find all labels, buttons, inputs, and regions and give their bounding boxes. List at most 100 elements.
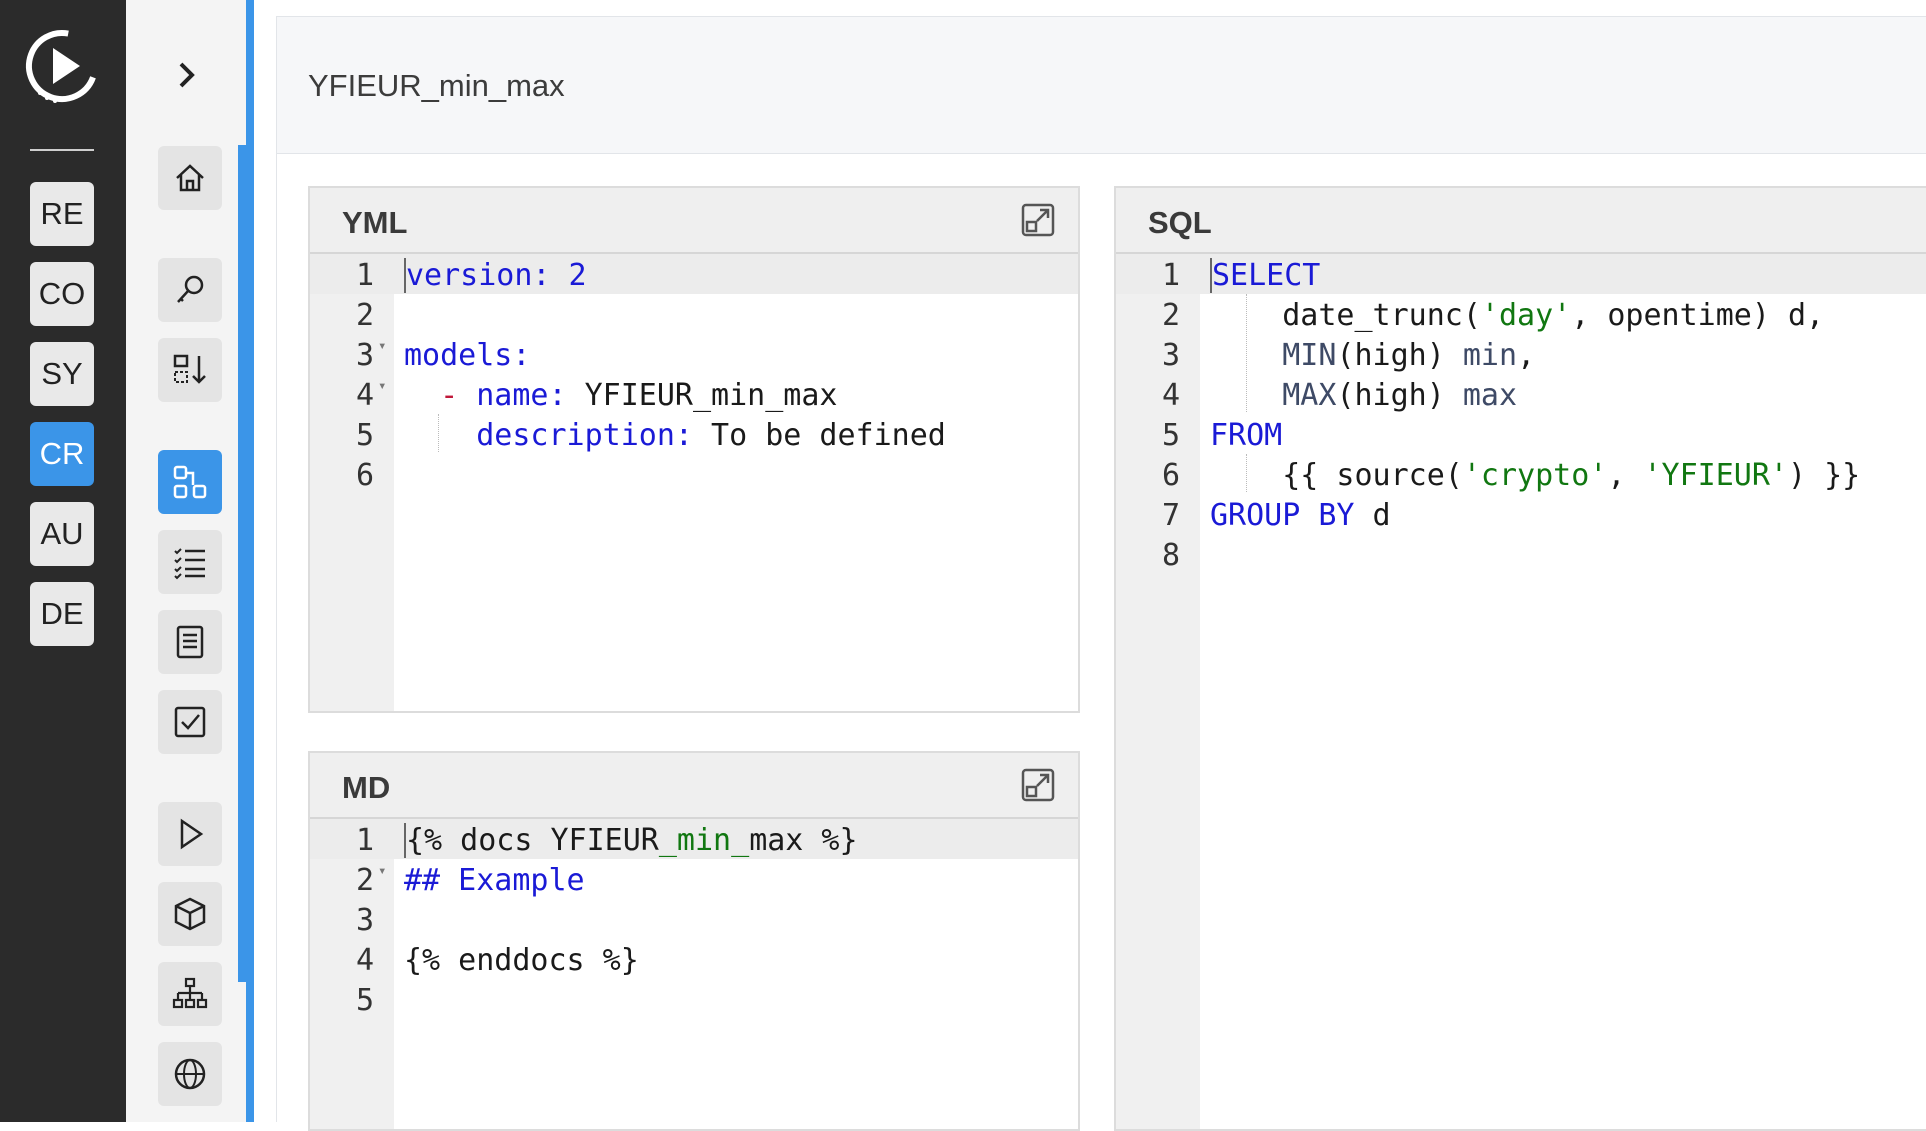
yaml-key: description: xyxy=(476,418,693,453)
md-panel-title: MD xyxy=(342,770,391,805)
project-sy-button[interactable]: SY xyxy=(30,342,94,406)
chevron-right-icon[interactable] xyxy=(176,58,198,92)
model-graph-icon xyxy=(173,465,207,499)
hierarchy-button[interactable] xyxy=(158,962,222,1026)
expand-icon[interactable] xyxy=(1020,767,1056,803)
code-line: 6 xyxy=(310,454,1078,494)
line-number: 3 xyxy=(1161,338,1180,373)
sql-text: date_trunc( xyxy=(1282,298,1481,333)
yaml-dash: - xyxy=(440,378,477,413)
code-line: 2 ▾ ## Example xyxy=(310,859,1078,899)
sql-keyword: GROUP BY xyxy=(1210,498,1355,533)
sql-string: 'crypto' xyxy=(1462,458,1608,493)
sql-string: 'day' xyxy=(1480,298,1572,333)
run-button[interactable] xyxy=(158,802,222,866)
code-text: SELECT xyxy=(1210,258,1320,293)
cube-button[interactable] xyxy=(158,882,222,946)
rail-divider xyxy=(30,149,94,151)
line-number: 6 xyxy=(355,458,374,493)
page-title: YFIEUR_min_max xyxy=(308,68,565,103)
checkbox-icon xyxy=(174,706,206,738)
line-number: 2 xyxy=(355,863,374,898)
code-line: 6 {{ source('crypto', 'YFIEUR') }} xyxy=(1116,454,1926,494)
sort-download-button[interactable] xyxy=(158,338,222,402)
yml-panel-header: YML xyxy=(310,188,1078,254)
code-line: 4 ▾ - name: YFIEUR_min_max xyxy=(310,374,1078,414)
line-number: 1 xyxy=(1161,258,1180,293)
project-de-button[interactable]: DE xyxy=(30,582,94,646)
code-text: MAX(high) max xyxy=(1210,378,1517,413)
checkbox-button[interactable] xyxy=(158,690,222,754)
fold-arrow-icon[interactable]: ▾ xyxy=(378,378,386,394)
code-line: 2 xyxy=(310,294,1078,334)
md-text: max %} xyxy=(749,823,858,858)
sql-string: 'YFIEUR' xyxy=(1643,458,1789,493)
main-left-border xyxy=(276,154,277,1122)
md-emphasis: _min_ xyxy=(658,823,750,858)
code-line: 3 MIN(high) min, xyxy=(1116,334,1926,374)
code-text: {{ source('crypto', 'YFIEUR') }} xyxy=(1210,458,1860,493)
line-number: 2 xyxy=(355,298,374,333)
code-line: 4 MAX(high) max xyxy=(1116,374,1926,414)
sql-text: (high) xyxy=(1336,338,1463,373)
line-number: 3 xyxy=(355,338,374,373)
md-editor[interactable]: 1 {% docs YFIEUR_min_max %} 2 ▾ ## Examp… xyxy=(310,819,1078,1129)
sql-text: , xyxy=(1607,458,1644,493)
home-icon xyxy=(176,164,204,192)
code-line: 4 {% enddocs %} xyxy=(310,939,1078,979)
line-number: 6 xyxy=(1161,458,1180,493)
line-number: 1 xyxy=(355,258,374,293)
sql-panel: SQL 1 SELECT 2 date_trunc('day', opentim… xyxy=(1114,186,1926,1131)
line-number: 2 xyxy=(1161,298,1180,333)
code-line: 1 {% docs YFIEUR_min_max %} xyxy=(310,819,1078,859)
yaml-value: 2 xyxy=(550,258,587,293)
search-button[interactable] xyxy=(158,258,222,322)
yml-panel: YML 1 version: 2 2 3 ▾ models: 4 ▾ - nam… xyxy=(308,186,1080,713)
checklist-button[interactable] xyxy=(158,530,222,594)
project-au-button[interactable]: AU xyxy=(30,502,94,566)
sql-editor[interactable]: 1 SELECT 2 date_trunc('day', opentime) d… xyxy=(1116,254,1926,1129)
sql-panel-header: SQL xyxy=(1116,188,1926,254)
sql-alias: min xyxy=(1462,338,1518,373)
sql-text: (high) xyxy=(1336,378,1463,413)
globe-button[interactable] xyxy=(158,1042,222,1106)
play-icon xyxy=(180,818,204,850)
code-text: models: xyxy=(404,338,530,373)
code-line: 5 description: To be defined xyxy=(310,414,1078,454)
fold-arrow-icon[interactable]: ▾ xyxy=(378,338,386,354)
yaml-value: YFIEUR_min_max xyxy=(566,378,838,413)
indent-guide xyxy=(438,414,439,452)
globe-icon xyxy=(174,1058,206,1090)
sql-keyword: SELECT xyxy=(1212,258,1321,293)
line-number: 5 xyxy=(1161,418,1180,453)
project-co-button[interactable]: CO xyxy=(30,262,94,326)
code-text: {% enddocs %} xyxy=(404,943,639,978)
code-text: ## Example xyxy=(404,863,585,898)
document-button[interactable] xyxy=(158,610,222,674)
line-number: 5 xyxy=(355,418,374,453)
search-icon xyxy=(177,275,204,303)
app-logo-icon[interactable] xyxy=(20,26,104,110)
sql-keyword: FROM xyxy=(1210,418,1283,453)
code-text: GROUP BY d xyxy=(1210,498,1391,533)
project-re-button[interactable]: RE xyxy=(30,182,94,246)
code-line: 3 xyxy=(310,899,1078,939)
sql-text: ) }} xyxy=(1788,458,1861,493)
home-button[interactable] xyxy=(158,146,222,210)
yaml-key: version: xyxy=(406,258,551,293)
code-text: - name: YFIEUR_min_max xyxy=(404,378,838,413)
line-number: 8 xyxy=(1161,538,1180,573)
yaml-value: To be defined xyxy=(693,418,946,453)
code-line: 1 SELECT xyxy=(1116,254,1926,294)
code-text: MIN(high) min, xyxy=(1210,338,1535,373)
code-line: 5 FROM xyxy=(1116,414,1926,454)
model-graph-button[interactable] xyxy=(158,450,222,514)
hierarchy-icon xyxy=(172,977,208,1009)
sidebar-accent-bar xyxy=(246,0,254,1122)
project-cr-button[interactable]: CR xyxy=(30,422,94,486)
fold-arrow-icon[interactable]: ▾ xyxy=(378,863,386,879)
yml-panel-title: YML xyxy=(342,205,408,240)
yml-editor[interactable]: 1 version: 2 2 3 ▾ models: 4 ▾ - name: Y… xyxy=(310,254,1078,711)
line-number: 4 xyxy=(1161,378,1180,413)
expand-icon[interactable] xyxy=(1020,202,1056,238)
